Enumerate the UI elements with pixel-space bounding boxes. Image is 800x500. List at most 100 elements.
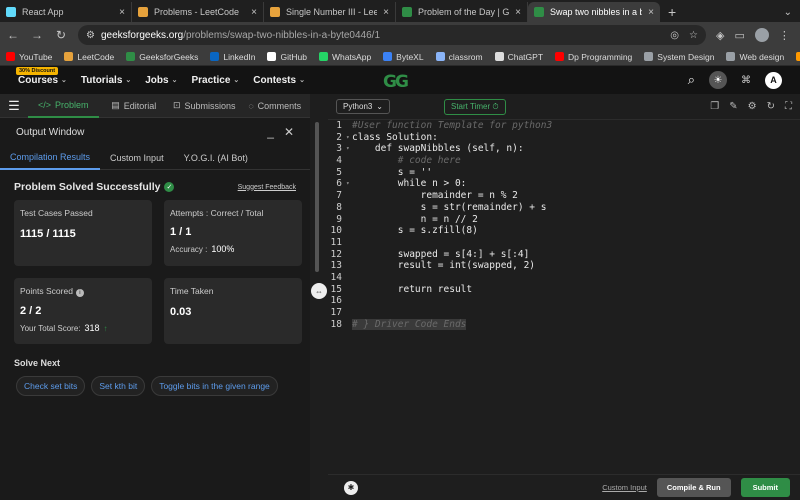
browser-tab[interactable]: Single Number III - LeetCode × bbox=[264, 2, 396, 22]
site-info-icon[interactable]: ⚙ bbox=[86, 30, 95, 41]
resize-handle-icon[interactable]: ⇔ bbox=[311, 283, 327, 299]
solve-next-chip[interactable]: Check set bits bbox=[16, 376, 86, 396]
bookmark-item[interactable]: AWS bbox=[796, 52, 800, 62]
browser-menu-icon[interactable]: ⋮ bbox=[779, 29, 790, 42]
scrollbar[interactable] bbox=[315, 122, 319, 272]
nav-item-tutorials[interactable]: Tutorials ⌄ bbox=[81, 75, 131, 86]
gfg-logo[interactable]: GG bbox=[383, 72, 409, 92]
bookmark-item[interactable]: GeeksforGeeks bbox=[126, 52, 198, 62]
nav-item-practice[interactable]: Practice ⌄ bbox=[191, 75, 239, 86]
compile-run-button[interactable]: Compile & Run bbox=[656, 478, 731, 497]
line-number: 9 bbox=[336, 213, 342, 225]
tab-comments[interactable]: ◌ Comments bbox=[240, 94, 311, 118]
bookmark-star-icon[interactable]: ☆ bbox=[689, 30, 698, 41]
language-value: Python3 bbox=[343, 102, 373, 111]
bookmark-item[interactable]: Web design bbox=[726, 52, 784, 62]
bookmark-item[interactable]: LeetCode bbox=[64, 52, 114, 62]
tab-submissions-icon: ⊡ bbox=[172, 100, 181, 110]
bookmark-icon bbox=[726, 52, 736, 61]
nav-item-contests[interactable]: Contests ⌄ bbox=[253, 75, 305, 86]
code-line: 8 s = str(remainder) + s bbox=[328, 202, 800, 214]
extensions-icon[interactable]: ◈ bbox=[716, 29, 724, 42]
bookmark-icon bbox=[644, 52, 654, 61]
tab-close-icon[interactable]: × bbox=[383, 7, 389, 18]
back-icon[interactable]: ← bbox=[6, 28, 20, 42]
editor-toolbar: Python3 ⌄ Start Timer ⏱ ❐ ✎ ⚙ ↻ ⛶ bbox=[328, 94, 800, 120]
minimize-icon[interactable]: _ bbox=[267, 125, 274, 139]
info-icon[interactable]: i bbox=[75, 289, 84, 297]
custom-input-link[interactable]: Custom Input bbox=[602, 483, 647, 492]
points-label: Points Scored bbox=[20, 286, 73, 296]
browser-tab[interactable]: React App × bbox=[0, 2, 132, 22]
points-card: Points Scored i 2 / 2 Your Total Score: 31… bbox=[14, 278, 152, 344]
code-line: 1 #User function Template for python3 bbox=[328, 120, 800, 132]
address-bar: ← → ↻ ⚙ geeksforgeeks.org/problems/swap-… bbox=[0, 22, 800, 48]
search-icon[interactable]: ⌕ bbox=[688, 72, 695, 88]
browser-tab[interactable]: Swap two nibbles in a byte | P × bbox=[528, 2, 660, 22]
reset-icon[interactable]: ↻ bbox=[767, 101, 775, 112]
url-host: geeksforgeeks.org bbox=[100, 29, 184, 41]
output-tab[interactable]: Custom Input bbox=[100, 146, 174, 170]
new-tab-button[interactable]: + bbox=[660, 2, 684, 22]
bookmark-item[interactable]: classrom bbox=[435, 52, 483, 62]
nav-item-jobs[interactable]: Jobs ⌄ bbox=[145, 75, 177, 86]
user-avatar[interactable]: A bbox=[765, 71, 782, 89]
arrow-up-icon: ↑ bbox=[103, 323, 108, 333]
bookmark-label: ChatGPT bbox=[507, 51, 544, 62]
solve-next-chip[interactable]: Toggle bits in the given range bbox=[151, 376, 278, 396]
bookmark-item[interactable]: Dp Programming bbox=[555, 52, 632, 62]
code-text: s = s.zfill(8) bbox=[352, 225, 478, 237]
tab-favicon-icon bbox=[6, 7, 16, 17]
tab-close-icon[interactable]: × bbox=[119, 7, 125, 18]
submit-button[interactable]: Submit bbox=[740, 478, 790, 497]
nav-item-courses[interactable]: 30% Discount Courses ⌄ bbox=[16, 66, 67, 86]
incognito-icon[interactable]: ◎ bbox=[670, 30, 679, 41]
solve-next-chip[interactable]: Set kth bit bbox=[91, 376, 146, 396]
tab-submissions[interactable]: ⊡ Submissions bbox=[169, 94, 240, 118]
browser-tabstrip: React App × Problems - LeetCode × Single Num… bbox=[0, 0, 800, 22]
bug-icon[interactable]: ✱ bbox=[344, 480, 358, 495]
bookmark-item[interactable]: GitHub bbox=[267, 52, 307, 62]
tab-close-icon[interactable]: × bbox=[251, 7, 257, 18]
status-text: Problem Solved Successfully bbox=[14, 181, 161, 193]
fullscreen-icon[interactable]: ⛶ bbox=[785, 101, 792, 112]
bookmark-item[interactable]: ByteXL bbox=[383, 52, 424, 62]
code-line: 5 s = '' bbox=[328, 167, 800, 179]
bookmark-item[interactable]: ChatGPT bbox=[494, 51, 544, 62]
bookmark-item[interactable]: YouTube bbox=[6, 52, 52, 62]
code-area[interactable]: 1 #User function Template for python3 2 ▾ cl… bbox=[328, 120, 800, 331]
tab-label: Submissions bbox=[184, 100, 236, 111]
sidebar-icon[interactable]: ▭ bbox=[734, 29, 744, 42]
tab-problem[interactable]: </> Problem bbox=[28, 94, 99, 118]
url-input[interactable]: ⚙ geeksforgeeks.org/problems/swap-two-ni… bbox=[78, 25, 706, 45]
forward-icon[interactable]: → bbox=[30, 28, 44, 42]
bookmark-item[interactable]: LinkedIn bbox=[210, 52, 255, 62]
copy-icon[interactable]: ❐ bbox=[710, 101, 719, 112]
window-menu-icon[interactable]: ⌄ bbox=[776, 2, 800, 22]
check-circle-icon: ✓ bbox=[164, 182, 175, 192]
bookmark-item[interactable]: WhatsApp bbox=[318, 52, 371, 62]
reload-icon[interactable]: ↻ bbox=[54, 28, 68, 42]
status-row: Problem Solved Successfully ✓ Suggest Fe… bbox=[0, 174, 310, 200]
suggest-feedback-link[interactable]: Suggest Feedback bbox=[238, 184, 296, 191]
tab-label: Comments bbox=[257, 100, 302, 111]
start-timer-button[interactable]: Start Timer ⏱ bbox=[444, 98, 506, 115]
menu-icon[interactable]: ☰ bbox=[0, 98, 28, 114]
browser-tab[interactable]: Problems - LeetCode × bbox=[132, 2, 264, 22]
tab-close-icon[interactable]: × bbox=[515, 7, 521, 18]
tab-close-icon[interactable]: × bbox=[648, 7, 654, 18]
fold-icon bbox=[346, 295, 352, 307]
profile-avatar[interactable] bbox=[754, 28, 769, 42]
time-label: Time Taken bbox=[170, 286, 214, 296]
close-icon[interactable]: ✕ bbox=[284, 125, 294, 139]
settings-icon[interactable]: ⚙ bbox=[748, 101, 757, 112]
output-tab[interactable]: Y.O.G.I. (AI Bot) bbox=[174, 146, 258, 170]
language-select[interactable]: Python3 ⌄ bbox=[336, 99, 390, 114]
translate-icon[interactable]: ⌘ bbox=[741, 75, 751, 86]
theme-toggle-icon[interactable]: ☀ bbox=[709, 71, 727, 89]
bookmark-item[interactable]: System Design bbox=[644, 52, 714, 62]
output-tab[interactable]: Compilation Results bbox=[0, 146, 101, 170]
tab-editorial[interactable]: ▤ Editorial bbox=[99, 94, 170, 118]
browser-tab[interactable]: Problem of the Day | GeeksforG × bbox=[396, 2, 528, 22]
note-icon[interactable]: ✎ bbox=[729, 101, 737, 112]
